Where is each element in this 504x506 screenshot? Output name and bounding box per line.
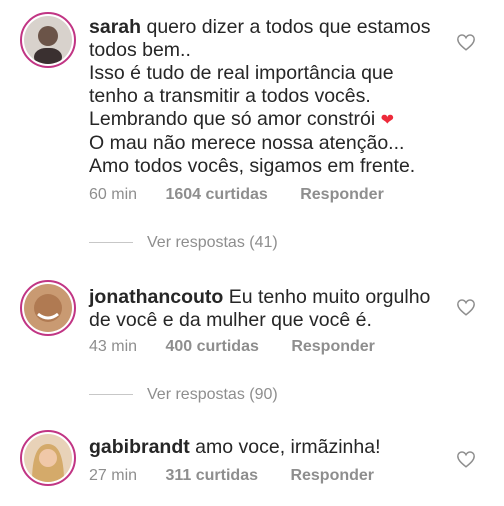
like-heart-icon[interactable] <box>456 298 476 316</box>
comment-line: Isso é tudo de real importância que <box>89 62 394 84</box>
timestamp: 27 min <box>89 467 138 484</box>
likes-count[interactable]: 400 curtidas <box>165 338 258 356</box>
comment-meta: 60 min 1604 curtidas Responder <box>89 186 384 204</box>
comment-line: de você e da mulher que você é. <box>89 309 372 331</box>
view-replies-label: Ver respostas (41) <box>147 234 278 251</box>
like-heart-icon[interactable] <box>456 450 476 468</box>
reply-button[interactable]: Responder <box>290 467 374 485</box>
like-heart-icon[interactable] <box>456 33 476 51</box>
username[interactable]: sarah <box>89 16 141 38</box>
username[interactable]: jonathancouto <box>89 286 223 308</box>
reply-button[interactable]: Responder <box>300 186 384 204</box>
avatar[interactable] <box>20 12 76 68</box>
comment-line: todos bem.. <box>89 39 191 61</box>
comment-line: tenho a transmitir a todos vocês. <box>89 85 371 107</box>
comment-text: sarah quero dizer a todos que estamos to… <box>89 16 444 178</box>
avatar[interactable] <box>20 280 76 336</box>
user-avatar-icon <box>24 16 72 64</box>
view-replies-link[interactable]: Ver respostas (41) <box>89 234 278 252</box>
view-replies-label: Ver respostas (90) <box>147 386 278 403</box>
comment-line: quero dizer a todos que estamos <box>146 16 431 38</box>
view-replies-link[interactable]: Ver respostas (90) <box>89 386 278 404</box>
divider <box>89 394 133 396</box>
comment-line: Amo todos vocês, sigamos em frente. <box>89 155 416 177</box>
user-avatar-icon <box>24 284 72 332</box>
comment-meta: 43 min 400 curtidas Responder <box>89 338 375 356</box>
comment-text: jonathancouto Eu tenho muito orgulho de … <box>89 286 444 332</box>
likes-count[interactable]: 1604 curtidas <box>165 186 267 204</box>
comment-line: O mau não merece nossa atenção... <box>89 132 405 154</box>
comment-line: amo voce, irmãzinha! <box>195 436 381 458</box>
comment-meta: 27 min 311 curtidas Responder <box>89 467 374 485</box>
comment-text: gabibrandt amo voce, irmãzinha! <box>89 436 444 459</box>
comment-line: Lembrando que só amor constrói <box>89 108 376 130</box>
username[interactable]: gabibrandt <box>89 436 190 458</box>
heart-emoji-icon: ❤ <box>380 112 394 129</box>
reply-button[interactable]: Responder <box>291 338 375 356</box>
divider <box>89 242 133 244</box>
timestamp: 60 min <box>89 186 138 203</box>
avatar[interactable] <box>20 430 76 486</box>
comment-line: Eu tenho muito orgulho <box>228 286 431 308</box>
user-avatar-icon <box>24 434 72 482</box>
likes-count[interactable]: 311 curtidas <box>165 467 258 485</box>
timestamp: 43 min <box>89 338 138 355</box>
